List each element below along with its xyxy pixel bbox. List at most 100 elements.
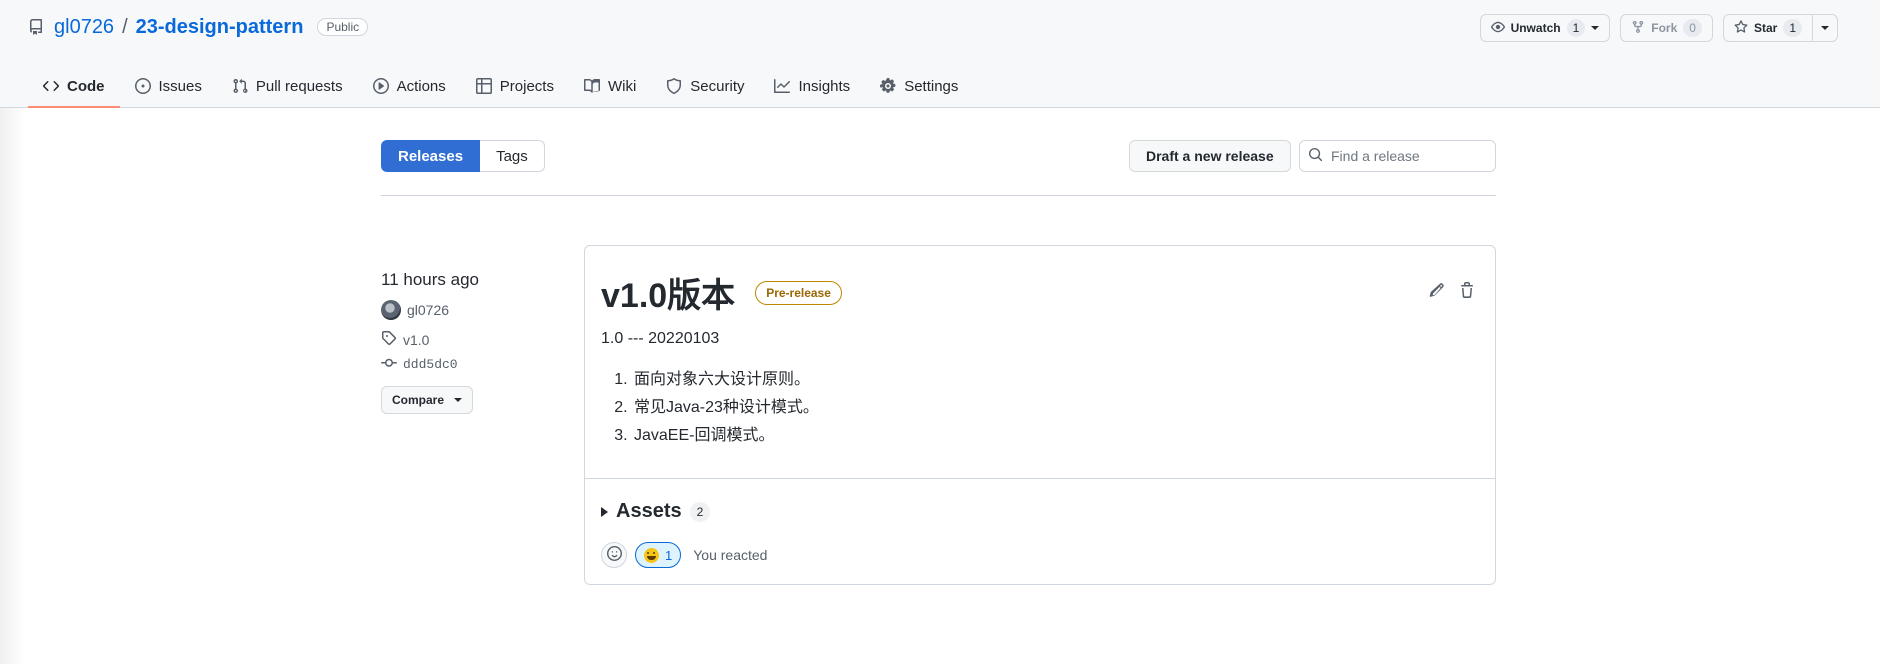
shield-icon — [666, 78, 682, 94]
tab-pull-requests-label: Pull requests — [255, 77, 343, 95]
fork-count: 0 — [1683, 19, 1702, 37]
reactions: 1 You reacted — [601, 542, 767, 568]
reaction-count: 1 — [665, 547, 673, 563]
tab-projects-label: Projects — [499, 77, 554, 95]
tab-settings[interactable]: Settings — [865, 64, 973, 108]
smiley-icon — [606, 546, 622, 564]
code-icon — [43, 78, 59, 94]
repo-icon — [28, 19, 44, 35]
star-button[interactable]: Star 1 — [1722, 14, 1813, 42]
release-commit[interactable]: ddd5dc0 — [381, 355, 561, 374]
list-item: JavaEE-回调模式。 — [632, 422, 819, 450]
prerelease-badge: Pre-release — [755, 280, 842, 305]
compare-label: Compare — [392, 393, 445, 407]
path-separator: / — [122, 15, 128, 38]
repo-title: gl0726 / 23-design-pattern Public — [28, 14, 369, 40]
releases-subnav: Releases Tags Draft a new release — [381, 140, 1496, 196]
tab-code[interactable]: Code — [28, 64, 120, 108]
tab-code-label: Code — [67, 77, 105, 95]
visibility-badge: Public — [317, 18, 369, 36]
commit-icon — [381, 355, 397, 374]
tab-issues-label: Issues — [158, 77, 202, 95]
eye-icon — [1490, 20, 1505, 37]
tags-tab[interactable]: Tags — [480, 140, 545, 172]
fork-icon — [1631, 20, 1645, 37]
assets-title: Assets — [616, 500, 682, 522]
star-label: Star — [1753, 21, 1778, 35]
tag-name: v1.0 — [403, 331, 430, 348]
release-time: 11 hours ago — [381, 270, 479, 289]
repo-header: gl0726 / 23-design-pattern Public Unwatc… — [0, 0, 1880, 108]
releases-tab[interactable]: Releases — [381, 140, 481, 172]
draft-release-button[interactable]: Draft a new release — [1129, 140, 1291, 172]
tab-projects[interactable]: Projects — [461, 64, 569, 108]
star-count: 1 — [1783, 19, 1802, 37]
watch-group: Unwatch 1 — [1479, 14, 1611, 42]
compare-button[interactable]: Compare — [381, 386, 474, 414]
avatar — [381, 300, 401, 320]
tab-insights-label: Insights — [798, 77, 851, 95]
assets-count: 2 — [689, 501, 711, 522]
fork-label: Fork — [1651, 21, 1678, 35]
page-gutter — [0, 107, 26, 664]
release-header: v1.0版本 Pre-release — [601, 268, 842, 317]
tab-security-label: Security — [690, 77, 745, 95]
trash-icon[interactable] — [1459, 282, 1475, 298]
table-icon — [475, 78, 492, 94]
unwatch-label: Unwatch — [1510, 21, 1561, 35]
play-icon — [372, 78, 389, 94]
find-release-input[interactable] — [1331, 148, 1481, 164]
release-body: v1.0版本 Pre-release 1.0 --- 20220103 面向对象… — [585, 246, 1495, 479]
release-tag[interactable]: v1.0 — [381, 330, 561, 349]
release-author[interactable]: gl0726 — [381, 300, 561, 320]
issue-icon — [134, 78, 151, 94]
book-icon — [583, 78, 600, 94]
tag-icon — [381, 330, 397, 349]
unwatch-button[interactable]: Unwatch 1 — [1479, 14, 1611, 42]
tab-pull-requests[interactable]: Pull requests — [217, 64, 358, 108]
tab-wiki[interactable]: Wiki — [569, 64, 651, 108]
watch-count: 1 — [1566, 19, 1586, 37]
repo-name-link[interactable]: 23-design-pattern — [136, 16, 304, 39]
release-subtitle: 1.0 --- 20220103 — [601, 330, 720, 347]
tab-insights[interactable]: Insights — [759, 64, 865, 108]
tab-actions[interactable]: Actions — [358, 64, 461, 108]
pencil-icon[interactable] — [1429, 282, 1445, 298]
disclosure-triangle-icon — [601, 506, 608, 517]
release-notes: 面向对象六大设计原则。 常见Java-23种设计模式。 JavaEE-回调模式。 — [632, 366, 819, 450]
fork-button[interactable]: Fork 0 — [1620, 14, 1713, 42]
laugh-reaction-button[interactable]: 1 — [635, 542, 682, 568]
release-actions — [1429, 282, 1475, 298]
list-item: 常见Java-23种设计模式。 — [632, 394, 819, 422]
tab-wiki-label: Wiki — [607, 77, 637, 95]
gear-icon — [880, 78, 896, 94]
list-item: 面向对象六大设计原则。 — [632, 366, 819, 394]
assets-toggle[interactable]: Assets 2 — [601, 500, 711, 523]
chevron-down-icon — [1591, 26, 1600, 30]
star-icon — [1734, 19, 1748, 37]
tab-issues[interactable]: Issues — [120, 64, 217, 108]
release-meta: 11 hours ago gl0726 v1.0 ddd5dc0 Compare — [381, 270, 561, 414]
chevron-down-icon — [1821, 26, 1829, 30]
tab-actions-label: Actions — [396, 77, 446, 95]
chevron-down-icon — [454, 398, 463, 402]
commit-sha: ddd5dc0 — [403, 357, 458, 372]
graph-icon — [774, 78, 791, 94]
repo-actions: Unwatch 1 Fork 0 Star 1 — [1479, 14, 1838, 42]
tab-security[interactable]: Security — [651, 64, 759, 108]
repo-nav: Code Issues Pull requests Actions Projec… — [28, 64, 973, 108]
laugh-emoji-icon — [644, 547, 659, 563]
add-reaction-button[interactable] — [601, 542, 627, 568]
tab-settings-label: Settings — [904, 77, 959, 95]
star-list-dropdown[interactable] — [1813, 14, 1838, 42]
find-release-field[interactable] — [1299, 140, 1496, 172]
search-icon — [1308, 147, 1323, 165]
author-name: gl0726 — [407, 302, 450, 318]
releases-tags-switch: Releases Tags — [381, 140, 545, 172]
reaction-text: You reacted — [693, 547, 768, 563]
repo-owner-link[interactable]: gl0726 — [54, 16, 114, 39]
release-card: v1.0版本 Pre-release 1.0 --- 20220103 面向对象… — [584, 245, 1496, 585]
pull-request-icon — [232, 78, 248, 94]
release-title[interactable]: v1.0版本 — [601, 268, 735, 317]
star-group: Star 1 — [1722, 14, 1838, 42]
